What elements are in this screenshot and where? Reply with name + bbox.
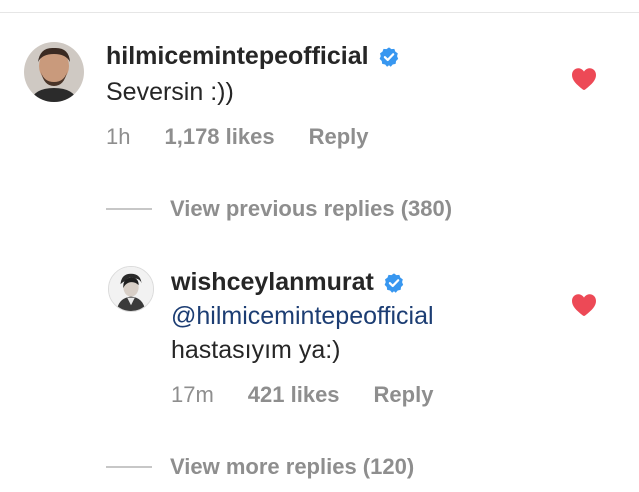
heart-filled-icon[interactable] bbox=[571, 293, 597, 317]
verified-badge-icon bbox=[378, 46, 400, 68]
reply-likes-count[interactable]: 421 likes bbox=[248, 382, 340, 408]
view-more-replies-button[interactable]: View more replies (120) bbox=[106, 454, 414, 480]
comment-meta: 1h 1,178 likes Reply bbox=[106, 124, 369, 150]
replier-avatar[interactable] bbox=[108, 266, 154, 312]
commenter-username-label: hilmicemintepeofficial bbox=[106, 42, 369, 70]
thread-line bbox=[106, 466, 152, 468]
view-previous-replies-label: View previous replies (380) bbox=[170, 196, 453, 221]
view-more-replies-label: View more replies (120) bbox=[170, 454, 415, 479]
replier-username-label: wishceylanmurat bbox=[171, 268, 374, 296]
verified-badge-icon bbox=[383, 272, 405, 294]
top-divider bbox=[0, 12, 639, 13]
comment-text: Seversin :)) bbox=[106, 78, 234, 106]
commenter-avatar[interactable] bbox=[24, 42, 84, 102]
comment-reply-button[interactable]: Reply bbox=[309, 124, 369, 150]
view-previous-replies-button[interactable]: View previous replies (380) bbox=[106, 196, 452, 222]
reply-meta: 17m 421 likes Reply bbox=[171, 382, 433, 408]
replier-username[interactable]: wishceylanmurat bbox=[171, 268, 405, 297]
reply-reply-button[interactable]: Reply bbox=[374, 382, 434, 408]
heart-filled-icon[interactable] bbox=[571, 67, 597, 91]
comment-timestamp: 1h bbox=[106, 124, 131, 149]
reply-text: hastasıyım ya:) bbox=[171, 336, 341, 364]
commenter-username[interactable]: hilmicemintepeofficial bbox=[106, 42, 400, 71]
thread-line bbox=[106, 208, 152, 210]
comment-likes-count[interactable]: 1,178 likes bbox=[164, 124, 274, 150]
reply-mention-link[interactable]: @hilmicemintepeofficial bbox=[171, 300, 434, 332]
reply-timestamp: 17m bbox=[171, 382, 214, 407]
